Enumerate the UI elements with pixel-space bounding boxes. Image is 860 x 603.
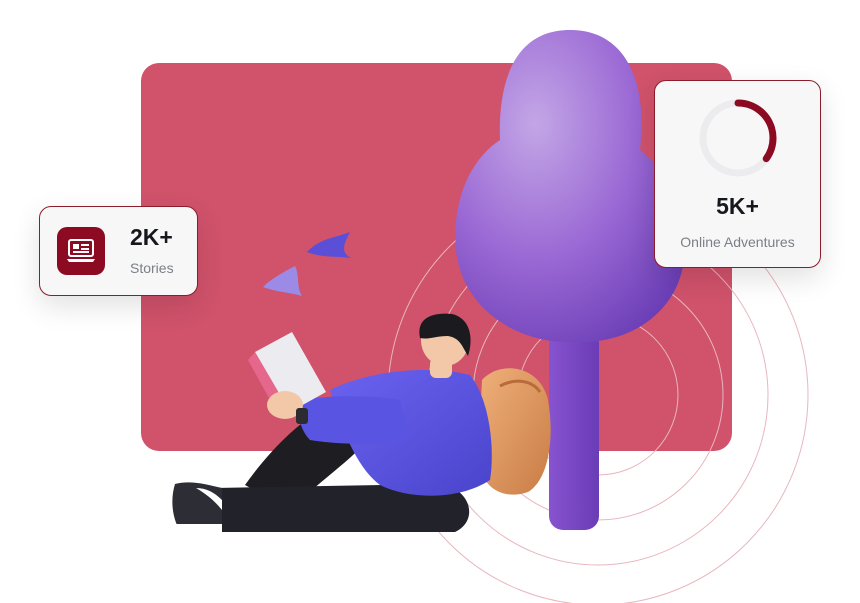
adventures-stat-card: 5K+ Online Adventures xyxy=(654,80,821,268)
adventures-value: 5K+ xyxy=(716,193,759,219)
adventures-label: Online Adventures xyxy=(680,234,795,250)
progress-ring xyxy=(699,99,777,177)
stories-label: Stories xyxy=(130,260,174,276)
person-reading xyxy=(172,313,551,536)
stories-value: 2K+ xyxy=(130,224,173,250)
stories-stat-card: 2K+ Stories xyxy=(39,206,198,296)
birds xyxy=(263,232,351,296)
hero-illustration-scene: 2K+ Stories 5K+ Online Adventures xyxy=(0,0,860,603)
news-laptop-icon xyxy=(57,227,105,275)
